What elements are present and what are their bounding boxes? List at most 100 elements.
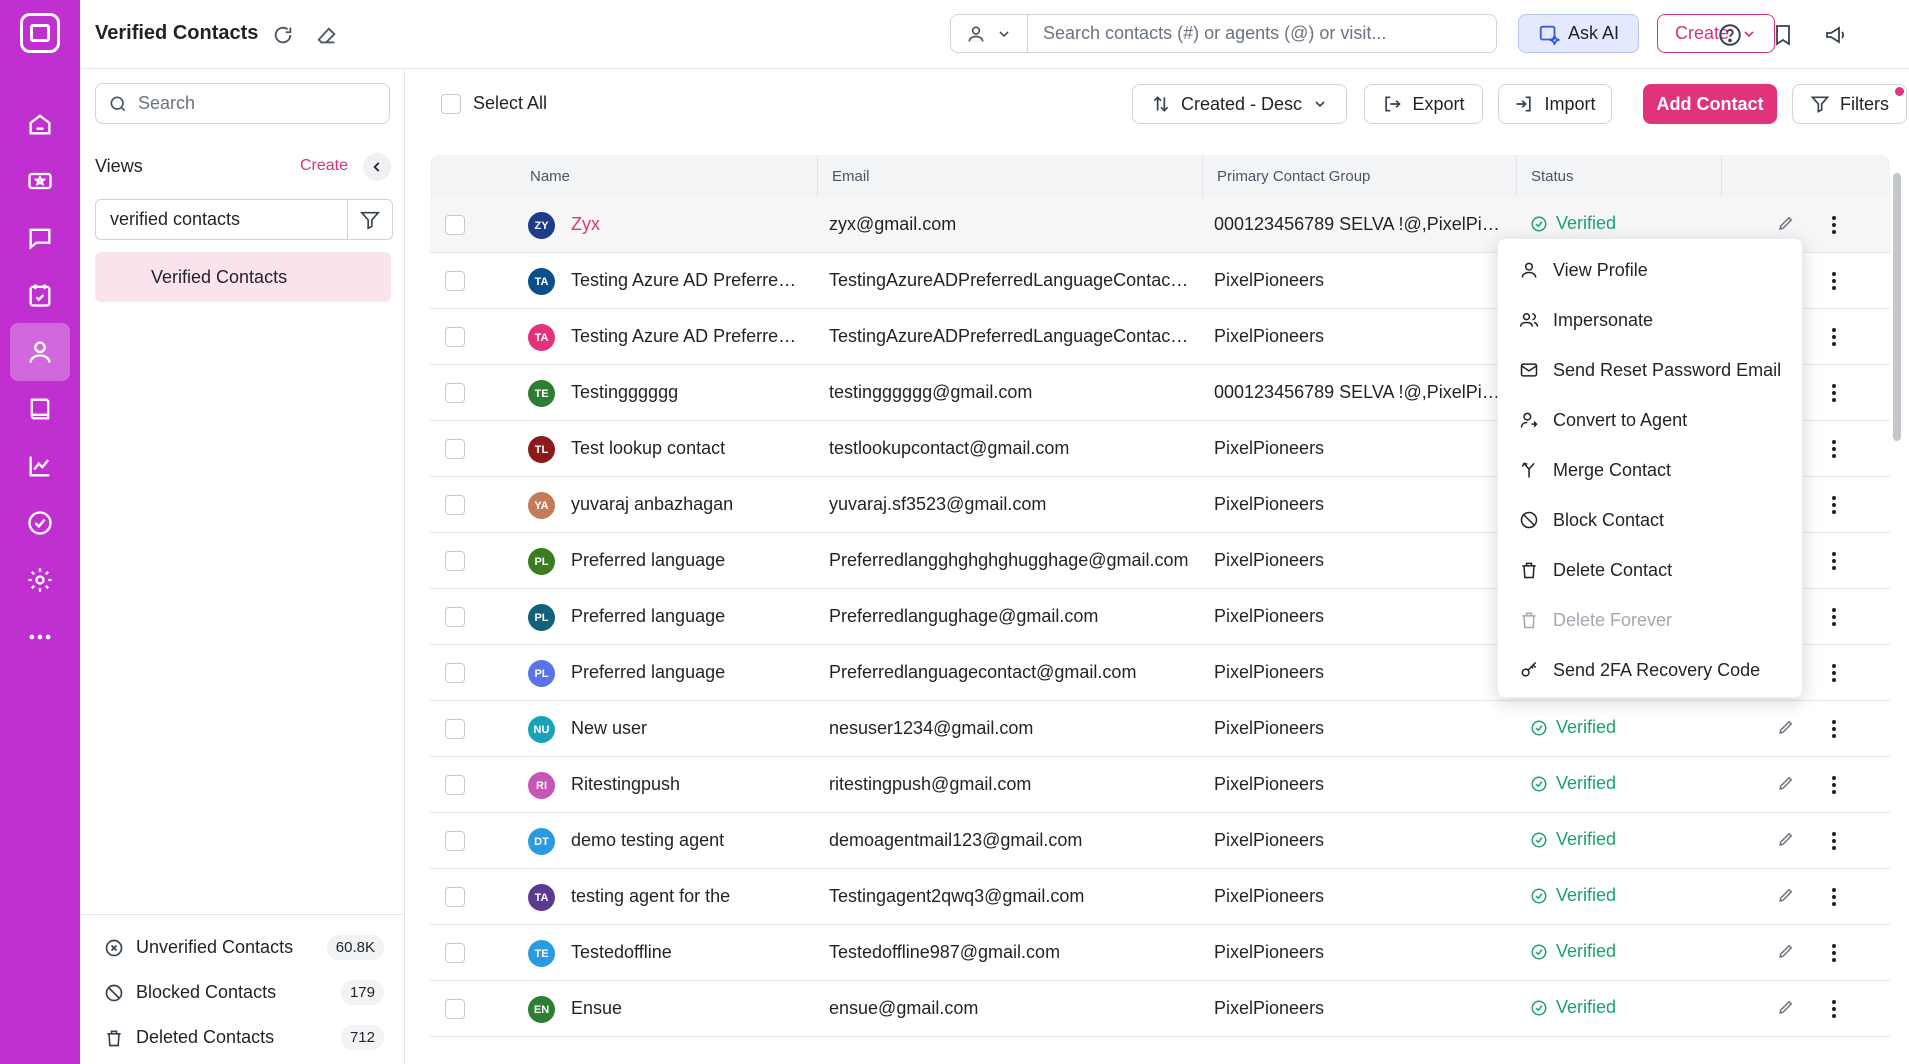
- approvals-icon[interactable]: [10, 494, 70, 552]
- sort-dropdown[interactable]: Created - Desc: [1132, 84, 1347, 124]
- column-status[interactable]: Status: [1516, 155, 1721, 197]
- contact-name[interactable]: New user: [571, 718, 801, 739]
- more-actions-icon[interactable]: [1820, 491, 1848, 519]
- more-actions-icon[interactable]: [1820, 995, 1848, 1023]
- search-input[interactable]: Search contacts (#) or agents (@) or vis…: [1028, 23, 1386, 44]
- filters-button[interactable]: Filters: [1792, 84, 1907, 124]
- row-checkbox[interactable]: [445, 607, 465, 627]
- row-checkbox[interactable]: [445, 719, 465, 739]
- row-checkbox[interactable]: [445, 439, 465, 459]
- table-row[interactable]: TA testing agent for the Testingagent2qwq3…: [430, 869, 1890, 925]
- contact-name[interactable]: Zyx: [571, 214, 801, 235]
- knowledge-base-icon[interactable]: [10, 380, 70, 438]
- menu-item-block-contact[interactable]: Block Contact: [1498, 495, 1802, 545]
- views-filter-field[interactable]: verified contacts: [95, 199, 393, 240]
- tickets-icon[interactable]: [10, 152, 70, 210]
- announcement-icon[interactable]: [1821, 20, 1851, 50]
- ask-ai-button[interactable]: Ask AI: [1518, 14, 1639, 53]
- view-item-verified-contacts[interactable]: Verified Contacts: [95, 252, 391, 302]
- contact-name[interactable]: Testing Azure AD Preferred Language: [571, 270, 801, 291]
- more-actions-icon[interactable]: [1820, 267, 1848, 295]
- edit-icon[interactable]: [1777, 830, 1795, 853]
- eraser-icon[interactable]: [314, 23, 340, 49]
- views-filter-input[interactable]: verified contacts: [96, 200, 348, 239]
- row-checkbox[interactable]: [445, 775, 465, 795]
- scrollbar[interactable]: [1890, 155, 1904, 1064]
- contact-name[interactable]: Testing Azure AD Preferred Language: [571, 326, 801, 347]
- unverified-contacts-item[interactable]: Unverified Contacts 60.8K: [80, 925, 404, 970]
- deleted-contacts-item[interactable]: Deleted Contacts 712: [80, 1015, 404, 1060]
- row-checkbox[interactable]: [445, 551, 465, 571]
- settings-gear-icon[interactable]: [10, 551, 70, 609]
- select-all[interactable]: Select All: [441, 93, 547, 114]
- menu-item-send-reset-password-email[interactable]: Send Reset Password Email: [1498, 345, 1802, 395]
- table-row[interactable]: DT demo testing agent demoagentmail123@gma…: [430, 813, 1890, 869]
- views-search-input[interactable]: Search: [95, 83, 390, 124]
- menu-item-impersonate[interactable]: Impersonate: [1498, 295, 1802, 345]
- create-view-link[interactable]: Create: [300, 157, 348, 175]
- menu-item-delete-contact[interactable]: Delete Contact: [1498, 545, 1802, 595]
- contact-name[interactable]: yuvaraj anbazhagan: [571, 494, 801, 515]
- more-actions-icon[interactable]: [1820, 659, 1848, 687]
- export-button[interactable]: Export: [1364, 84, 1483, 124]
- row-checkbox[interactable]: [445, 831, 465, 851]
- row-checkbox[interactable]: [445, 383, 465, 403]
- more-actions-icon[interactable]: [1820, 547, 1848, 575]
- contact-name[interactable]: Preferred language: [571, 662, 801, 683]
- more-icon[interactable]: [10, 608, 70, 666]
- select-all-checkbox[interactable]: [441, 93, 461, 114]
- edit-icon[interactable]: [1777, 214, 1795, 237]
- menu-item-convert-to-agent[interactable]: Convert to Agent: [1498, 395, 1802, 445]
- more-actions-icon[interactable]: [1820, 827, 1848, 855]
- table-row[interactable]: EN Ensue ensue@gmail.com PixelPioneers Verif…: [430, 981, 1890, 1037]
- more-actions-icon[interactable]: [1820, 379, 1848, 407]
- row-checkbox[interactable]: [445, 999, 465, 1019]
- chat-icon[interactable]: [10, 209, 70, 267]
- edit-icon[interactable]: [1777, 886, 1795, 909]
- table-row[interactable]: RI Ritestingpush ritestingpush@gmail.com Pi…: [430, 757, 1890, 813]
- more-actions-icon[interactable]: [1820, 715, 1848, 743]
- menu-item-merge-contact[interactable]: Merge Contact: [1498, 445, 1802, 495]
- table-row[interactable]: NU New user nesuser1234@gmail.com PixelPion…: [430, 701, 1890, 757]
- more-actions-icon[interactable]: [1820, 435, 1848, 463]
- blocked-contacts-item[interactable]: Blocked Contacts 179: [80, 970, 404, 1015]
- contact-name[interactable]: Preferred language: [571, 606, 801, 627]
- table-row[interactable]: TE Testedoffline Testedoffline987@gmail.co…: [430, 925, 1890, 981]
- edit-icon[interactable]: [1777, 998, 1795, 1021]
- more-actions-icon[interactable]: [1820, 323, 1848, 351]
- contact-name[interactable]: demo testing agent: [571, 830, 801, 851]
- contact-name[interactable]: Ensue: [571, 998, 801, 1019]
- column-primary-contact-group[interactable]: Primary Contact Group: [1202, 155, 1516, 197]
- contact-name[interactable]: Ritestingpush: [571, 774, 801, 795]
- contact-name[interactable]: Test lookup contact: [571, 438, 801, 459]
- more-actions-icon[interactable]: [1820, 771, 1848, 799]
- more-actions-icon[interactable]: [1820, 883, 1848, 911]
- row-checkbox[interactable]: [445, 215, 465, 235]
- contact-name[interactable]: testing agent for the: [571, 886, 801, 907]
- help-icon[interactable]: [1715, 20, 1745, 50]
- column-name[interactable]: Name: [516, 155, 817, 197]
- contact-name[interactable]: Preferred language: [571, 550, 801, 571]
- analytics-icon[interactable]: [10, 437, 70, 495]
- menu-item-send-2fa-recovery-code[interactable]: Send 2FA Recovery Code: [1498, 645, 1802, 695]
- scrollbar-thumb[interactable]: [1893, 173, 1901, 441]
- global-search[interactable]: Search contacts (#) or agents (@) or vis…: [950, 14, 1497, 53]
- row-checkbox[interactable]: [445, 663, 465, 683]
- home-icon[interactable]: [10, 95, 70, 153]
- row-checkbox[interactable]: [445, 887, 465, 907]
- row-checkbox[interactable]: [445, 943, 465, 963]
- bookmark-icon[interactable]: [1768, 20, 1798, 50]
- contact-name[interactable]: Testingggggg: [571, 382, 801, 403]
- more-actions-icon[interactable]: [1820, 603, 1848, 631]
- contacts-icon[interactable]: [10, 323, 70, 381]
- contact-name[interactable]: Testedoffline: [571, 942, 801, 963]
- import-button[interactable]: Import: [1498, 84, 1612, 124]
- edit-icon[interactable]: [1777, 774, 1795, 797]
- filter-icon[interactable]: [348, 209, 392, 231]
- menu-item-view-profile[interactable]: View Profile: [1498, 245, 1802, 295]
- tasks-icon[interactable]: [10, 266, 70, 324]
- more-actions-icon[interactable]: [1820, 211, 1848, 239]
- refresh-icon[interactable]: [270, 22, 296, 48]
- edit-icon[interactable]: [1777, 718, 1795, 741]
- app-logo-icon[interactable]: [20, 13, 60, 53]
